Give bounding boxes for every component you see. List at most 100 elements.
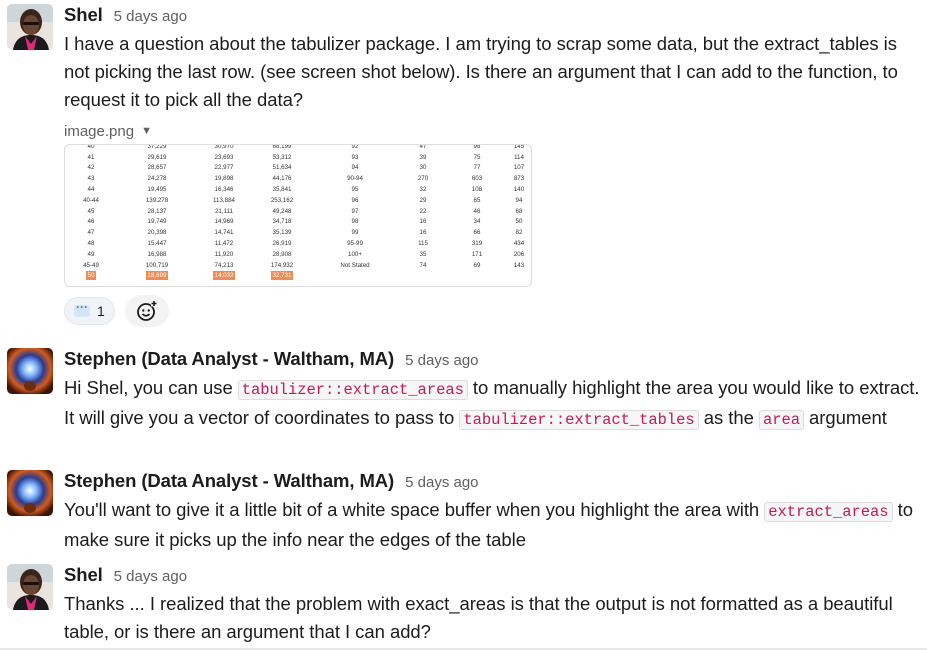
image-table-cell: 253,162 [270, 196, 294, 204]
image-table-cell: 45 [87, 207, 95, 215]
message-text: You'll want to give it a little bit of a… [64, 496, 927, 554]
image-table-cell: 46 [87, 218, 95, 226]
image-table-cell: 114 [514, 153, 524, 161]
message-timestamp[interactable]: 5 days ago [114, 568, 187, 585]
avatar-stephen[interactable] [7, 348, 53, 394]
inline-code: extract_areas [764, 502, 893, 522]
image-table-cell: 74,213 [214, 261, 234, 269]
image-table-cell: 19,495 [147, 186, 167, 194]
image-table-cell: 95-99 [347, 240, 363, 248]
image-table-cell: 94 [515, 196, 523, 204]
image-table-cell: Not Stated [340, 261, 370, 269]
image-table-cell [505, 271, 531, 282]
image-table-row: 46 19,749 14,969 34,718 98 16 34 50 [65, 217, 531, 228]
image-table-cell: 44 [87, 186, 95, 194]
author-name[interactable]: Shel [64, 564, 103, 586]
image-table-cell: 40 [87, 144, 95, 150]
message-text: Thanks ... I realized that the problem w… [64, 593, 893, 642]
image-table-row: 40-44 139,278 113,884 253,162 96 29 65 94 [65, 195, 531, 206]
image-table-cell: 93 [351, 153, 359, 161]
image-table-cell: 35,139 [272, 229, 292, 237]
image-table-cell: 99 [351, 229, 359, 237]
image-table-cell: 97 [351, 207, 359, 215]
image-table-cell: 41 [87, 153, 95, 161]
image-table-cell: 107 [513, 164, 525, 172]
image-table-cell: 68,199 [272, 144, 292, 150]
image-table-cell: 603 [471, 175, 483, 183]
text-run: argument [803, 407, 887, 428]
image-table-cell [449, 271, 505, 282]
image-table-cell: 46 [473, 207, 481, 215]
message-timestamp[interactable]: 5 days ago [114, 8, 187, 25]
image-table-row: 45-49 100,719 74,213 174,932 Not Stated 74 69 1… [65, 260, 531, 271]
image-table-cell: 206 [513, 250, 525, 258]
image-table-cell: 873 [513, 175, 525, 183]
add-reaction-button[interactable] [124, 295, 169, 327]
image-table-cell: 16,988 [147, 250, 167, 258]
text-run: Hi Shel, you can use [64, 377, 238, 398]
author-name[interactable]: Shel [64, 4, 103, 26]
image-table-cell: 319 [471, 240, 483, 248]
attachment-filename-toggle[interactable]: image.png ▼ [64, 120, 927, 142]
image-table-cell: 96 [351, 196, 359, 204]
image-table-cell: 434 [513, 240, 525, 248]
image-table-cell: 171 [471, 250, 483, 258]
image-table-cell: 28,137 [147, 207, 167, 215]
reaction-pill[interactable]: 1 [64, 297, 115, 325]
attached-image[interactable]: 40 37,229 30,970 68,199 92 47 98 145 41 29,619 23,… [64, 144, 532, 287]
image-table-row: 45 28,137 21,111 49,248 97 22 46 68 [65, 206, 531, 217]
image-table-cell: 43 [87, 175, 95, 183]
reaction-count: 1 [97, 303, 105, 319]
image-table-cell: 51,634 [272, 164, 292, 172]
message-text: Hi Shel, you can use tabulizer::extract_… [64, 374, 927, 434]
text-run: You'll want to give it a little bit of a… [64, 499, 765, 520]
image-table-cell: 68 [515, 207, 523, 215]
author-name[interactable]: Stephen (Data Analyst - Waltham, MA) [64, 470, 394, 492]
inline-code: tabulizer::extract_tables [459, 410, 699, 430]
image-table-cell: 44,176 [272, 175, 292, 183]
image-table-cell: 23,693 [214, 153, 234, 161]
image-table-cell: 28,657 [147, 164, 167, 172]
attachment-filename: image.png [64, 122, 135, 140]
image-table-content: 40 37,229 30,970 68,199 92 47 98 145 41 29,619 23,… [65, 144, 531, 282]
caret-down-icon: ▼ [141, 125, 152, 137]
image-table-row: 41 29,619 23,693 53,312 93 39 75 114 [65, 152, 531, 163]
image-table-cell: 108 [471, 186, 483, 194]
message-timestamp[interactable]: 5 days ago [405, 474, 478, 491]
image-table-row: 40 37,229 30,970 68,199 92 47 98 145 [65, 144, 531, 152]
avatar-shel[interactable] [7, 564, 53, 610]
image-table-cell: 47 [419, 144, 427, 150]
image-table-cell [313, 271, 397, 282]
text-run: as the [698, 407, 759, 428]
image-table-cell: 49 [87, 250, 95, 258]
image-table-highlighted-row: 50 18,699 14,032 32,731 [65, 271, 531, 282]
image-table-cell: 26,919 [272, 240, 292, 248]
image-table-cell: 115 [418, 240, 428, 248]
image-table-cell: 140 [513, 186, 525, 194]
author-name[interactable]: Stephen (Data Analyst - Waltham, MA) [64, 348, 394, 370]
image-table-cell: 94 [351, 164, 359, 172]
image-table-cell: 32 [419, 186, 427, 194]
message-timestamp[interactable]: 5 days ago [405, 352, 478, 369]
image-table-cell: 45-49 [83, 261, 99, 269]
image-table-cell: 66 [473, 229, 481, 237]
image-table-row: 43 24,278 19,898 44,176 90-94 270 603 873 [65, 173, 531, 184]
image-table-cell: 174,932 [270, 261, 294, 269]
image-table-cell: 40-44 [83, 196, 99, 204]
image-table-cell: 77 [473, 164, 481, 172]
avatar-stephen[interactable] [7, 470, 53, 516]
image-table-cell: 19,898 [214, 175, 234, 183]
image-table-cell: 100+ [348, 250, 362, 258]
image-table-cell: 16 [419, 218, 427, 226]
image-table-cell: 34 [473, 218, 481, 226]
image-table-cell: 100,719 [145, 261, 169, 269]
image-table-cell: 74 [419, 261, 427, 269]
avatar-shel[interactable] [7, 4, 53, 50]
image-table-cell: 34,718 [272, 218, 292, 226]
image-table-cell: 92 [351, 144, 359, 150]
image-table-cell: 90-94 [347, 175, 363, 183]
image-table-cell: 47 [87, 229, 95, 237]
inline-code: tabulizer::extract_areas [237, 380, 468, 400]
image-table-cell: 48 [87, 240, 95, 248]
image-table-cell: 29,619 [147, 153, 167, 161]
